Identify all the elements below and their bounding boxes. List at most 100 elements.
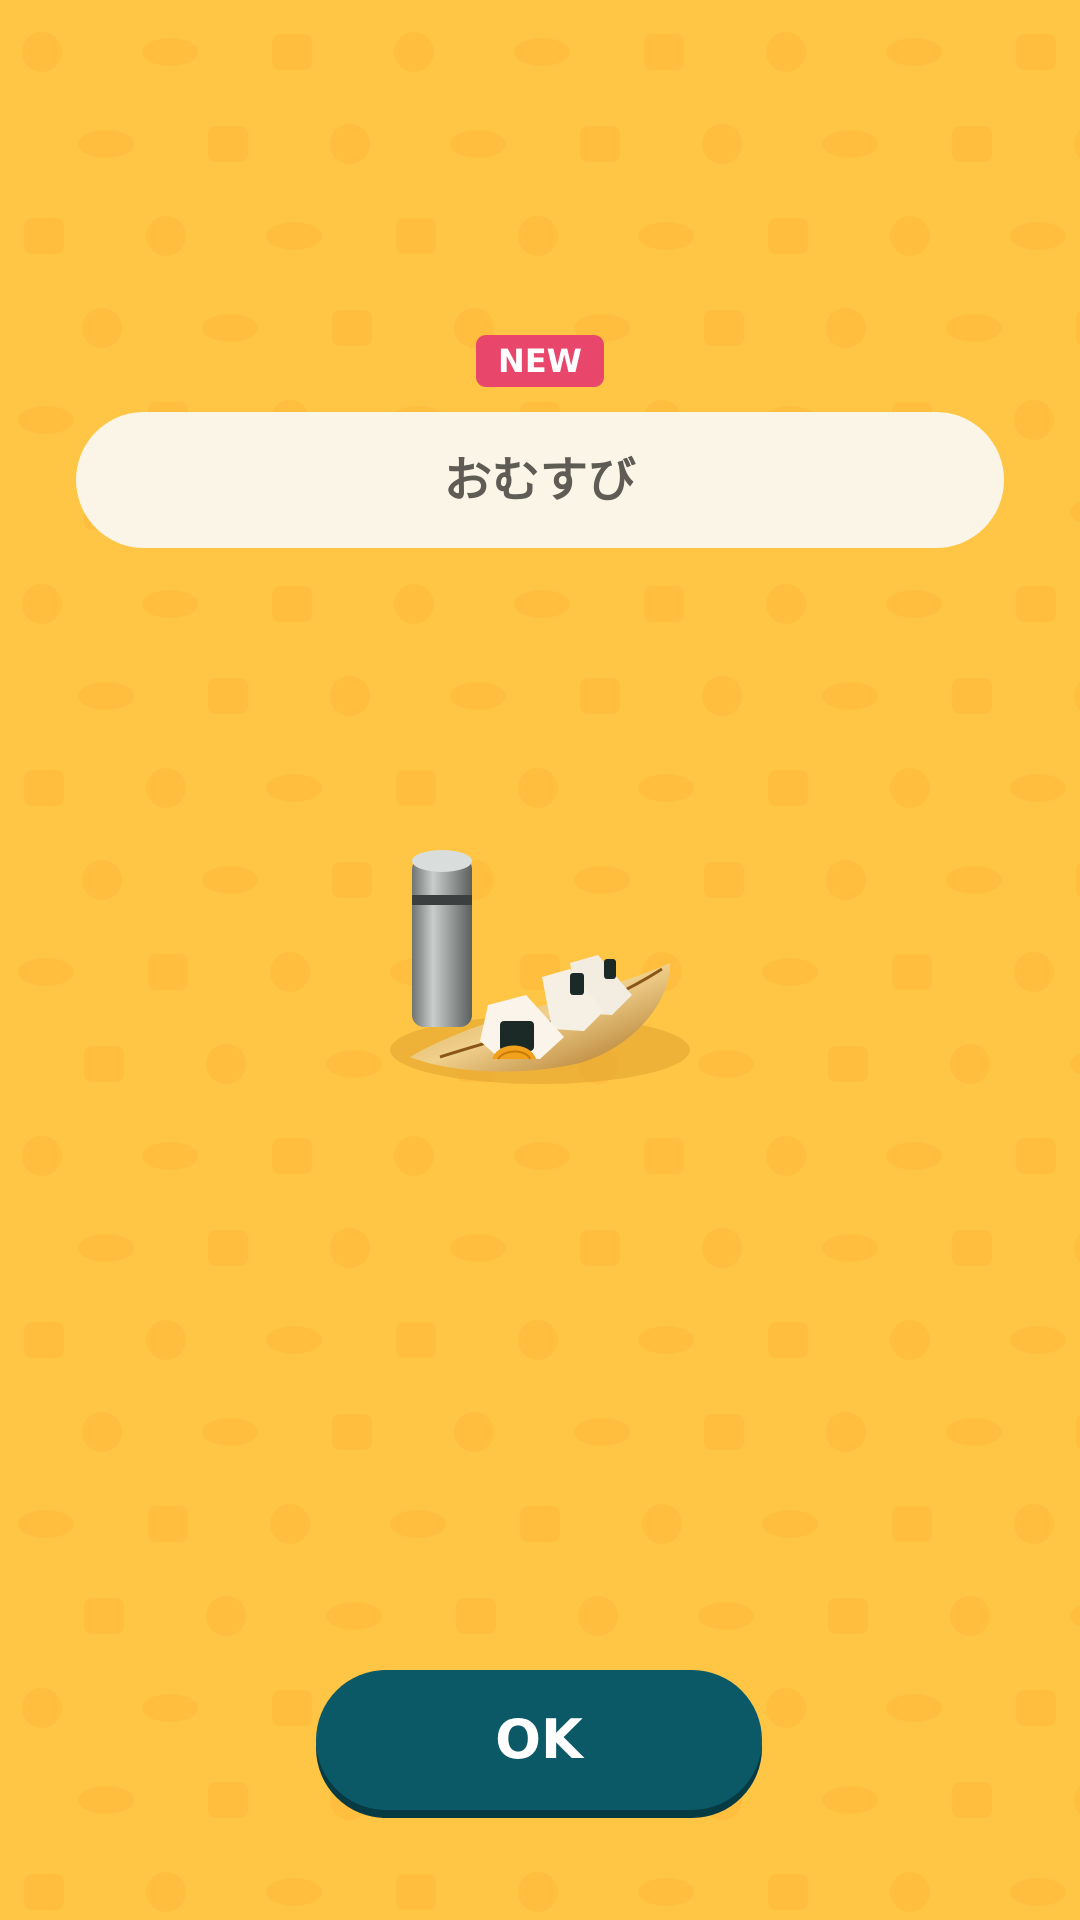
background-motif xyxy=(1074,129,1080,159)
background-motif xyxy=(84,1598,124,1634)
background-motif xyxy=(1014,400,1054,440)
background-motif xyxy=(148,954,188,990)
background-motif xyxy=(394,32,434,72)
background-motif xyxy=(396,1874,436,1910)
background-motif xyxy=(266,222,322,250)
background-motif xyxy=(330,124,370,164)
background-motif xyxy=(332,1414,372,1450)
background-motif xyxy=(206,1044,246,1084)
background-motif xyxy=(890,1872,930,1912)
background-motif xyxy=(702,1228,742,1268)
background-motif xyxy=(886,1142,942,1170)
background-motif xyxy=(24,770,64,806)
background-motif xyxy=(270,952,310,992)
background-motif xyxy=(580,678,620,714)
background-motif xyxy=(768,1322,808,1358)
background-motif xyxy=(950,1044,990,1084)
background-motif xyxy=(826,860,866,900)
background-motif xyxy=(762,1510,818,1538)
background-motif xyxy=(272,586,312,622)
background-motif xyxy=(1074,1233,1080,1263)
background-motif xyxy=(518,216,558,256)
background-motif xyxy=(396,1322,436,1358)
background-motif xyxy=(952,1230,992,1266)
background-motif xyxy=(822,682,878,710)
background-motif xyxy=(1016,1138,1056,1174)
background-motif xyxy=(82,308,122,348)
background-motif xyxy=(822,1786,878,1814)
background-motif xyxy=(822,1234,878,1262)
background-motif xyxy=(450,1234,506,1262)
background-motif xyxy=(520,1506,560,1542)
background-motif xyxy=(390,1510,446,1538)
background-motif xyxy=(704,862,744,898)
background-motif xyxy=(272,34,312,70)
background-motif xyxy=(892,1506,932,1542)
background-motif xyxy=(644,34,684,70)
background-motif xyxy=(266,774,322,802)
background-motif xyxy=(270,1504,310,1544)
background-motif xyxy=(22,1136,62,1176)
background-motif xyxy=(644,586,684,622)
background-motif xyxy=(768,218,808,254)
background-motif xyxy=(1014,1504,1054,1544)
background-motif xyxy=(1010,1326,1066,1354)
background-motif xyxy=(456,1598,496,1634)
background-motif xyxy=(1016,586,1056,622)
background-motif xyxy=(574,1418,630,1446)
background-motif xyxy=(82,860,122,900)
background-motif xyxy=(78,1786,134,1814)
background-motif xyxy=(886,1694,942,1722)
background-motif xyxy=(1010,774,1066,802)
background-motif xyxy=(892,954,932,990)
background-motif xyxy=(208,126,248,162)
background-motif xyxy=(266,1878,322,1906)
item-name-title: おむすび xyxy=(443,452,636,508)
background-motif xyxy=(702,676,742,716)
background-motif xyxy=(578,1596,618,1636)
background-motif xyxy=(946,1418,1002,1446)
background-motif xyxy=(202,314,258,342)
background-motif xyxy=(202,866,258,894)
background-motif xyxy=(142,38,198,66)
background-motif xyxy=(1076,311,1080,345)
background-motif xyxy=(768,1874,808,1910)
background-motif xyxy=(206,1596,246,1636)
background-motif xyxy=(766,32,806,72)
background-motif xyxy=(638,1326,694,1354)
ok-button[interactable]: OK xyxy=(316,1670,762,1810)
background-motif xyxy=(890,1320,930,1360)
background-motif xyxy=(580,1230,620,1266)
background-motif xyxy=(82,1412,122,1452)
background-motif xyxy=(638,222,694,250)
background-motif xyxy=(886,38,942,66)
background-motif xyxy=(644,1138,684,1174)
background-motif xyxy=(946,866,1002,894)
background-motif xyxy=(514,590,570,618)
background-motif xyxy=(580,126,620,162)
background-motif xyxy=(142,1142,198,1170)
background-motif xyxy=(952,1782,992,1818)
background-motif xyxy=(18,1510,74,1538)
rice-balls-icon xyxy=(390,850,690,1084)
background-motif xyxy=(146,1872,186,1912)
background-motif xyxy=(1074,1785,1080,1815)
background-motif xyxy=(828,1598,868,1634)
background-motif xyxy=(142,1694,198,1722)
new-badge: NEW xyxy=(476,335,604,387)
background-motif xyxy=(1070,501,1080,523)
background-motif xyxy=(704,1414,744,1450)
background-motif xyxy=(518,768,558,808)
background-motif xyxy=(18,958,74,986)
background-motif xyxy=(762,958,818,986)
background-motif xyxy=(1010,1878,1066,1906)
background-motif xyxy=(24,218,64,254)
background-motif xyxy=(514,1142,570,1170)
background-motif xyxy=(450,682,506,710)
background-motif xyxy=(1016,34,1056,70)
background-motif xyxy=(272,1690,312,1726)
background-motif xyxy=(1014,952,1054,992)
background-motif xyxy=(698,1602,754,1630)
background-motif xyxy=(146,768,186,808)
background-motif xyxy=(946,314,1002,342)
